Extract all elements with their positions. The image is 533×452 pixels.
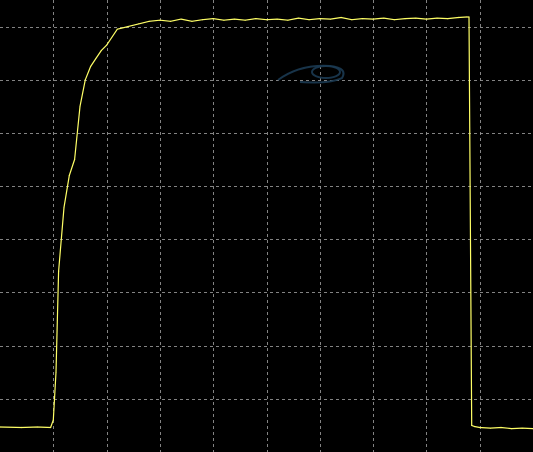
trace-point: [58, 270, 60, 272]
trace-point: [127, 26, 129, 28]
trace-point: [106, 44, 108, 46]
trace-point: [74, 158, 76, 161]
trace-point: [170, 20, 172, 22]
trace-point: [36, 426, 38, 428]
trace-point: [340, 16, 342, 19]
trace-point: [500, 426, 502, 429]
oscilloscope-screen: [0, 0, 533, 452]
trace-point: [255, 18, 257, 20]
trace-point: [84, 79, 86, 81]
trace-point: [393, 19, 395, 21]
trace-point: [159, 19, 161, 21]
trace-point: [55, 371, 57, 373]
trace-point: [244, 19, 246, 21]
trace-point: [79, 105, 81, 107]
trace-point: [90, 65, 92, 68]
trace-point: [361, 18, 363, 20]
trace-point: [265, 19, 268, 21]
trace-point: [521, 427, 523, 429]
trace-point: [297, 17, 300, 19]
trace-point: [201, 19, 204, 21]
trace-point: [447, 18, 449, 20]
trace-point: [479, 426, 481, 429]
trace-point: [308, 19, 310, 21]
trace-point: [404, 18, 406, 20]
trace-point: [138, 23, 140, 25]
trace-point: [436, 17, 438, 19]
trace-point: [473, 425, 475, 428]
trace-point: [465, 16, 467, 18]
trace-point: [20, 426, 22, 429]
trace-point: [233, 18, 236, 20]
trace-point: [95, 57, 97, 60]
trace-point: [351, 19, 353, 21]
trace-point: [116, 28, 118, 30]
trace-point: [50, 426, 52, 429]
trace-point: [63, 206, 65, 208]
trace-point: [468, 16, 470, 18]
trace-point: [425, 18, 427, 20]
trace-point: [212, 18, 214, 20]
trace-point: [191, 20, 193, 22]
trace-point: [68, 174, 70, 177]
trace-point: [383, 17, 385, 19]
trace-point: [372, 18, 374, 20]
trace-point: [180, 18, 182, 20]
trace-point: [511, 428, 513, 430]
trace-point: [319, 18, 321, 20]
trace-point: [471, 424, 473, 426]
trace-point: [100, 49, 102, 52]
trace-point: [489, 427, 491, 429]
trace-point: [223, 19, 225, 21]
trace-point: [457, 16, 459, 19]
trace-point: [52, 419, 54, 421]
trace-point: [415, 17, 417, 19]
trace-point: [329, 18, 332, 20]
trace-point: [276, 18, 278, 20]
screen-background: [0, 0, 533, 452]
trace-point: [148, 20, 150, 22]
trace-point: [287, 19, 289, 21]
